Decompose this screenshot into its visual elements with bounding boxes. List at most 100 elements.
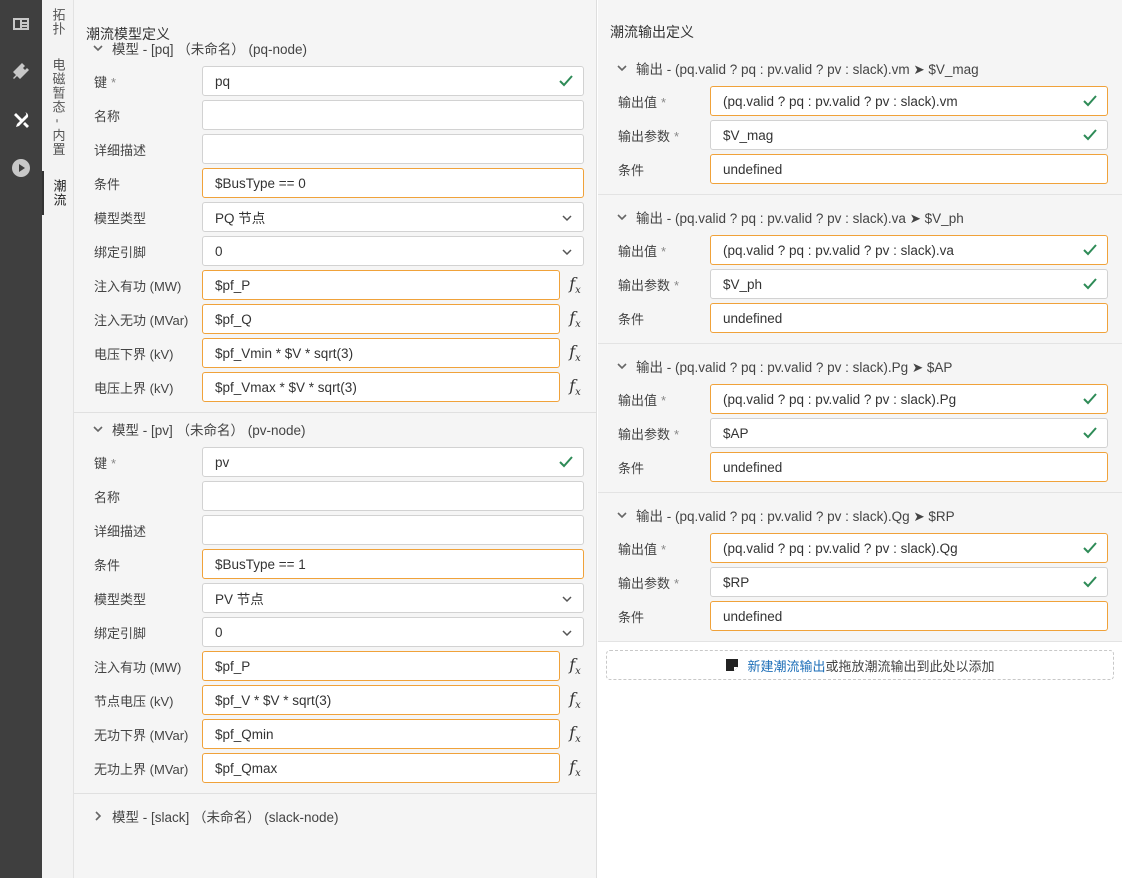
form-row: 输出参数 * $AP [598, 416, 1122, 450]
form-row: 注入有功 (MW) $pf_P fx [74, 268, 596, 302]
output-value-field[interactable]: (pq.valid ? pq : pv.valid ? pv : slack).… [710, 86, 1108, 116]
text-field[interactable]: $pf_Qmin [202, 719, 560, 749]
function-icon[interactable]: fx [564, 308, 586, 330]
chevron-down-icon [614, 60, 630, 76]
chevron-down-icon [90, 40, 106, 56]
form-row: 名称 [74, 98, 596, 132]
text-field[interactable] [202, 515, 584, 545]
output-section-header[interactable]: 输出 - (pq.valid ? pq : pv.valid ? pv : sl… [598, 344, 1122, 382]
field-label: 注入无功 (MVar) [94, 312, 189, 328]
form-row: 条件 undefined [598, 301, 1122, 335]
model-section-header[interactable]: 模型 - [pv] （未命名） (pv-node) [74, 413, 596, 445]
field-label: 条件 [618, 311, 645, 327]
function-icon[interactable]: fx [564, 376, 586, 398]
select-field[interactable]: 0 [202, 236, 584, 266]
function-icon[interactable]: fx [564, 689, 586, 711]
model-section: 模型 - [pv] （未命名） (pv-node) 键 * pv 名称 详细描述 条件 $Bu… [74, 413, 596, 794]
function-icon[interactable]: fx [564, 655, 586, 677]
activity-plugin-button[interactable] [0, 48, 42, 96]
text-field[interactable] [202, 481, 584, 511]
required-mark: * [661, 94, 667, 110]
text-field[interactable]: $BusType == 1 [202, 549, 584, 579]
form-row: 输出参数 * $V_ph [598, 267, 1122, 301]
tools-icon [14, 111, 29, 128]
text-field[interactable]: $pf_Vmax * $V * sqrt(3) [202, 372, 560, 402]
chevron-down-icon [614, 358, 630, 374]
output-param-field[interactable]: $V_mag [710, 120, 1108, 150]
select-field[interactable]: PV 节点 [202, 583, 584, 613]
output-cond-field[interactable]: undefined [710, 452, 1108, 482]
field-label: 条件 [94, 176, 121, 192]
required-mark: * [661, 541, 667, 557]
document-icon [726, 659, 739, 671]
text-field[interactable]: $pf_P [202, 651, 560, 681]
collapsed-model-header[interactable]: 模型 - [slack] （未命名） (slack-node) [74, 794, 596, 838]
text-field[interactable]: $pf_V * $V * sqrt(3) [202, 685, 560, 715]
output-cond-field[interactable]: undefined [710, 154, 1108, 184]
field-label: 键 * [94, 74, 117, 90]
text-field[interactable]: $pf_Vmin * $V * sqrt(3) [202, 338, 560, 368]
output-value-field[interactable]: (pq.valid ? pq : pv.valid ? pv : slack).… [710, 384, 1108, 414]
check-icon [1083, 576, 1097, 588]
check-icon [1083, 244, 1097, 256]
text-field[interactable]: pv [202, 447, 584, 477]
new-output-link[interactable]: 新建潮流输出 [747, 656, 825, 675]
output-section-header[interactable]: 输出 - (pq.valid ? pq : pv.valid ? pv : sl… [598, 195, 1122, 233]
text-field[interactable]: pq [202, 66, 584, 96]
text-field[interactable]: $pf_Q [202, 304, 560, 334]
function-icon[interactable]: fx [564, 723, 586, 745]
output-section-header[interactable]: 输出 - (pq.valid ? pq : pv.valid ? pv : sl… [598, 493, 1122, 531]
output-cond-field[interactable]: undefined [710, 601, 1108, 631]
check-icon [559, 456, 573, 468]
field-label: 输出值 * [618, 243, 667, 259]
field-label: 注入有功 (MW) [94, 278, 182, 294]
vertical-tab-strip: 拓扑 电磁暂态 - 内置 潮流 [42, 0, 74, 878]
field-label: 详细描述 [94, 142, 147, 158]
tab-topology[interactable]: 拓扑 [42, 0, 74, 44]
check-icon [1083, 542, 1097, 554]
required-mark: * [661, 243, 667, 259]
field-label: 无功下界 (MVar) [94, 727, 189, 743]
text-field[interactable]: $BusType == 0 [202, 168, 584, 198]
check-icon [1083, 427, 1097, 439]
chevron-down-icon [90, 421, 106, 437]
required-mark: * [674, 128, 680, 144]
field-label: 条件 [618, 609, 645, 625]
output-value-field[interactable]: (pq.valid ? pq : pv.valid ? pv : slack).… [710, 533, 1108, 563]
form-row: 名称 [74, 479, 596, 513]
text-field[interactable]: $pf_P [202, 270, 560, 300]
activity-run-button[interactable] [0, 144, 42, 192]
field-label: 条件 [618, 162, 645, 178]
output-param-field[interactable]: $V_ph [710, 269, 1108, 299]
text-field[interactable] [202, 100, 584, 130]
form-row: 输出参数 * $V_mag [598, 118, 1122, 152]
text-field[interactable]: $pf_Qmax [202, 753, 560, 783]
select-field[interactable]: 0 [202, 617, 584, 647]
output-section: 输出 - (pq.valid ? pq : pv.valid ? pv : sl… [598, 46, 1122, 195]
chevron-right-icon [90, 808, 106, 824]
activity-dashboard-button[interactable] [0, 0, 42, 48]
text-field[interactable] [202, 134, 584, 164]
select-field[interactable]: PQ 节点 [202, 202, 584, 232]
dashboard-icon [13, 18, 29, 30]
tab-emt-builtin[interactable]: 电磁暂态 - 内置 [42, 44, 74, 165]
function-icon[interactable]: fx [564, 274, 586, 296]
field-label: 电压上界 (kV) [94, 380, 174, 396]
form-row: 键 * pq [74, 64, 596, 98]
form-row: 条件 $BusType == 0 [74, 166, 596, 200]
output-section-header[interactable]: 输出 - (pq.valid ? pq : pv.valid ? pv : sl… [598, 46, 1122, 84]
add-output-dropzone[interactable]: 新建潮流输出 或拖放潮流输出到此处以添加 [606, 650, 1114, 680]
function-icon[interactable]: fx [564, 342, 586, 364]
output-param-field[interactable]: $RP [710, 567, 1108, 597]
activity-tools-button[interactable] [0, 96, 42, 144]
field-label: 输出值 * [618, 541, 667, 557]
form-row: 条件 undefined [598, 450, 1122, 484]
output-cond-field[interactable]: undefined [710, 303, 1108, 333]
output-param-field[interactable]: $AP [710, 418, 1108, 448]
function-icon[interactable]: fx [564, 757, 586, 779]
field-label: 输出值 * [618, 392, 667, 408]
field-label: 电压下界 (kV) [94, 346, 174, 362]
output-value-field[interactable]: (pq.valid ? pq : pv.valid ? pv : slack).… [710, 235, 1108, 265]
tab-power-flow[interactable]: 潮流 [42, 170, 74, 215]
form-row: 无功下界 (MVar) $pf_Qmin fx [74, 717, 596, 751]
